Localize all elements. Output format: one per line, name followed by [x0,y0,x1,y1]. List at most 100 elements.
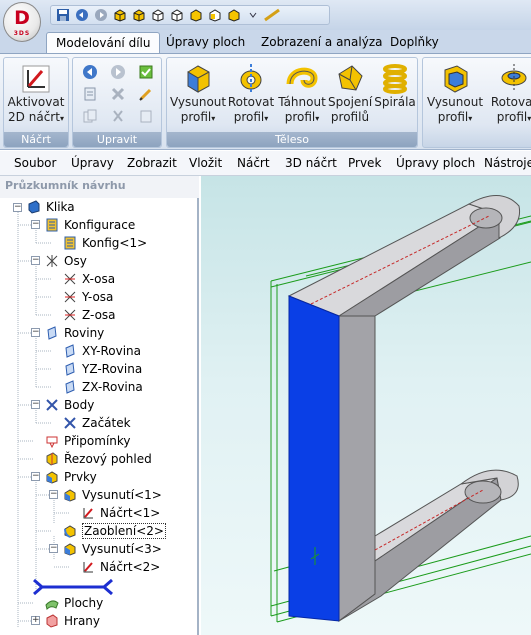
sweep-button[interactable]: Táhnout profil▾ [277,60,327,126]
expander-roviny[interactable]: − [31,328,40,337]
tree-item-nacrt-1[interactable]: Náčrt<1> [80,504,160,522]
tree-label: Vysunutí<3> [82,542,162,556]
axis-icon [62,289,78,305]
paste-icon[interactable] [136,106,156,126]
tree-item-z-osa[interactable]: Z-osa [62,306,116,324]
expander-konfigurace[interactable]: − [31,220,40,229]
tree-item-nacrt-2[interactable]: Náčrt<2> [80,558,160,576]
ruler-icon[interactable] [263,8,280,23]
lower-hole [464,480,502,504]
cut-revolve-button[interactable]: Rotovat profil▾ [487,60,531,126]
tree-label: Připomínky [64,434,131,448]
loft-line2: profilů [330,110,370,124]
tree-item-hrany[interactable]: Hrany [44,612,100,630]
tree-label: Řezový pohled [64,452,152,466]
loft-button[interactable]: Spojení profilů [328,60,372,125]
cube-view-7-icon[interactable] [225,8,242,23]
tree-item-xy-rovina[interactable]: XY-Rovina [62,342,141,360]
tree-item-yz-rovina[interactable]: YZ-Rovina [62,360,142,378]
activate-2d-sketch-button[interactable]: Aktivovat 2D náčrt▾ [6,60,66,126]
expander-klika[interactable]: − [13,203,22,212]
tree-item-plochy[interactable]: Plochy [44,594,103,612]
application-button[interactable]: D 3DS [3,2,41,42]
cube-view-2-icon[interactable] [130,8,147,23]
undo-icon[interactable] [73,8,90,23]
tree-item-rezovy-pohled[interactable]: Řezový pohled [44,450,152,468]
expander-hrany[interactable]: + [31,616,40,625]
cube-view-6-icon[interactable] [206,8,223,23]
tree-item-vysunuti-3[interactable]: Vysunutí<3> [62,540,162,558]
tree-item-zaobleni-2[interactable]: Zaoblení<2> [62,522,166,540]
forward-icon[interactable] [108,62,128,82]
cube-view-5-icon[interactable] [187,8,204,23]
part-model-view[interactable] [201,176,531,635]
tree-item-y-osa[interactable]: Y-osa [62,288,113,306]
menu-upravy-ploch[interactable]: Úpravy ploch [396,151,475,176]
tree-item-zx-rovina[interactable]: ZX-Rovina [62,378,143,396]
tree-item-konfig-1[interactable]: Konfig<1> [62,234,147,252]
revolve-line2: profil [233,110,265,124]
plane-icon [62,379,78,395]
helix-button[interactable]: Spirála [373,60,417,110]
tree-label: Konfig<1> [82,236,148,250]
tree-item-vysunuti-1[interactable]: Vysunutí<1> [62,486,162,504]
tree-item-x-osa[interactable]: X-osa [62,270,115,288]
cube-view-1-icon[interactable] [111,8,128,23]
back-icon[interactable] [80,62,100,82]
revolve-button[interactable]: Rotovat profil▾ [226,60,276,126]
delete-icon[interactable] [108,84,128,104]
tree-item-osy[interactable]: Osy [44,252,87,270]
menu-prvek[interactable]: Prvek [348,151,381,176]
menu-soubor[interactable]: Soubor [14,151,56,176]
properties-icon[interactable] [80,84,100,104]
cut-extrude-button[interactable]: Vysunout profil▾ [426,60,484,126]
expander-vysunuti-3[interactable]: − [49,544,58,553]
tab-doplnky[interactable]: Doplňky [381,32,448,54]
menu-zobrazit[interactable]: Zobrazit [127,151,177,176]
tree-item-prvky[interactable]: Prvky [44,468,97,486]
tree-item-roviny[interactable]: Roviny [44,324,104,342]
vertical-bar-side-face [338,315,376,622]
menu-3d-nacrt[interactable]: 3D náčrt [285,151,337,176]
expander-osy[interactable]: − [31,256,40,265]
group-cut: Vysunout profil▾ Rotovat profil▾ [422,57,531,148]
plane-icon [62,361,78,377]
helix-label: Spirála [374,95,416,109]
cut-icon[interactable] [108,106,128,126]
menu-nacrt[interactable]: Náčrt [237,151,270,176]
tab-zobrazeni-analyza[interactable]: Zobrazení a analýza [252,32,391,54]
select-icon[interactable] [136,62,156,82]
origin-icon [62,415,78,431]
copy-icon[interactable] [80,106,100,126]
tree-item-body[interactable]: Body [44,396,94,414]
sketch-icon [22,65,50,93]
expander-vysunuti-1[interactable]: − [49,490,58,499]
extrude-button[interactable]: Vysunout profil▾ [170,60,226,126]
tree-label: X-osa [82,272,116,286]
quick-access-toolbar [50,5,330,25]
tree-item-pripominky[interactable]: Připomínky [44,432,131,450]
cube-view-3-icon[interactable] [149,8,166,23]
expander-prvky[interactable]: − [31,472,40,481]
cube-view-4-icon[interactable] [168,8,185,23]
save-icon[interactable] [54,8,71,23]
more-icon[interactable] [244,8,261,23]
expander-body[interactable]: − [31,400,40,409]
menu-vlozit[interactable]: Vložit [189,151,222,176]
tree-label: Plochy [64,596,104,610]
tree-item-zacatek[interactable]: Začátek [62,414,131,432]
tab-upravy-ploch[interactable]: Úpravy ploch [157,32,254,54]
tab-modelovani-dilu[interactable]: Modelování dílu [46,32,161,54]
tree-label: ZX-Rovina [82,380,143,394]
cut-revolve-icon [501,64,527,92]
tree-item-klika[interactable]: Klika [26,198,75,216]
menu-nastroje[interactable]: Nástroje [484,151,531,176]
redo-icon[interactable] [92,8,109,23]
3d-viewport[interactable] [201,176,531,635]
menu-upravy[interactable]: Úpravy [71,151,114,176]
tree-item-konfigurace[interactable]: Konfigurace [44,216,135,234]
extrude-feature-icon [62,487,78,503]
group-edit: Upravit [72,57,162,148]
edges-icon [44,613,60,629]
edit-icon[interactable] [136,84,156,104]
